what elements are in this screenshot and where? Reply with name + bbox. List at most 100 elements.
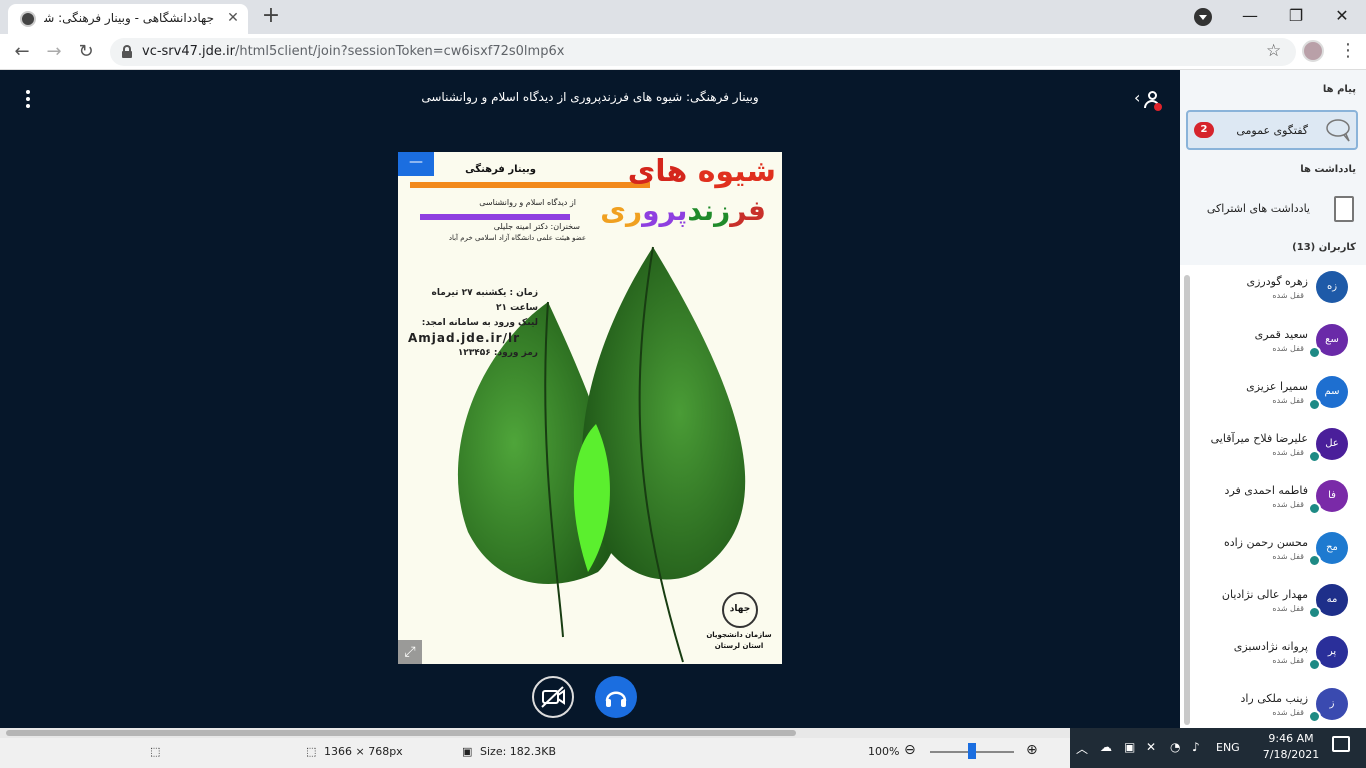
slide-time: زمان : یکشنبه ۲۷ تیرماه bbox=[431, 288, 538, 298]
side-panel: پیام ها 2 گفتگوی عمومی یادداشت ها یادداش… bbox=[1180, 70, 1366, 728]
lock-icon[interactable] bbox=[122, 45, 132, 58]
user-name: مهدار عالی نژادیان bbox=[1221, 588, 1308, 601]
slide-orange-bar bbox=[410, 182, 650, 188]
headphones-icon bbox=[1308, 450, 1321, 463]
notes-section-title: یادداشت ها bbox=[1300, 164, 1356, 175]
clock-date[interactable]: 7/18/2021 bbox=[1256, 748, 1326, 761]
user-list-item[interactable]: عل علیرضا فلاح میرآقایی قفل شده bbox=[1194, 426, 1364, 478]
jahad-logo: جهاد bbox=[722, 592, 758, 628]
user-name: زهره گودرزی bbox=[1246, 275, 1309, 288]
user-status: قفل شده bbox=[1272, 344, 1304, 353]
chat-unread-badge: 2 bbox=[1194, 122, 1214, 138]
user-list-item[interactable]: مح محسن رحمن زاده قفل شده bbox=[1194, 530, 1364, 582]
window-close-button[interactable]: ✕ bbox=[1322, 3, 1362, 29]
user-status: قفل شده bbox=[1272, 291, 1304, 300]
headphones-icon bbox=[1308, 346, 1321, 359]
profile-avatar[interactable] bbox=[1302, 40, 1324, 62]
address-bar[interactable]: vc-srv47.jde.ir/html5client/join?session… bbox=[110, 38, 1296, 66]
tab-bar: جهاددانشگاهی - وبینار فرهنگی: شیوه ✕ + —… bbox=[0, 0, 1366, 34]
user-list-toggle-icon[interactable]: ‹ bbox=[1132, 88, 1162, 112]
bookmark-star-icon[interactable]: ☆ bbox=[1266, 41, 1281, 61]
slide-affiliation: عضو هیئت علمی دانشگاه آزاد اسلامی خرم آب… bbox=[448, 234, 586, 242]
users-section-title: کاربران (13) bbox=[1292, 242, 1356, 253]
user-list-item[interactable]: سم سمیرا عزیزی قفل شده bbox=[1194, 374, 1364, 426]
notes-document-icon bbox=[1330, 196, 1354, 226]
user-status: قفل شده bbox=[1272, 552, 1304, 561]
display-icon[interactable]: ▣ bbox=[1124, 740, 1135, 754]
notification-dot bbox=[1154, 103, 1162, 111]
slide-title-line2: فرزندپروری bbox=[600, 194, 766, 227]
volume-icon[interactable]: ♪ bbox=[1192, 740, 1200, 754]
horizontal-scroll-thumb[interactable] bbox=[6, 730, 796, 736]
fullscreen-button[interactable]: ⤢ bbox=[398, 640, 422, 664]
save-disk-icon: ▣ bbox=[462, 745, 473, 758]
audio-button[interactable] bbox=[595, 676, 637, 718]
slide-subtitle: از دیدگاه اسلام و روانشناسی bbox=[479, 198, 576, 207]
user-name: محسن رحمن زاده bbox=[1223, 536, 1308, 549]
video-off-icon bbox=[541, 686, 565, 708]
language-indicator[interactable]: ENG bbox=[1216, 741, 1240, 754]
favicon-icon bbox=[20, 11, 36, 27]
slide-title-line1: شیوه های bbox=[627, 154, 776, 189]
headphones-icon bbox=[1308, 502, 1321, 515]
network-off-icon[interactable]: ✕ bbox=[1146, 740, 1156, 754]
user-list-item[interactable]: زه زهره گودرزی قفل شده bbox=[1194, 269, 1364, 321]
user-status: قفل شده bbox=[1272, 396, 1304, 405]
main-presentation-area: وبینار فرهنگی: شیوه های فرزندپروری از دی… bbox=[0, 70, 1180, 728]
browser-menu-icon[interactable]: ⋮ bbox=[1338, 38, 1358, 64]
user-list-item[interactable]: سع سعید قمری قفل شده bbox=[1194, 322, 1364, 374]
slide-webinar-label: وبینار فرهنگی bbox=[465, 164, 536, 175]
new-tab-button[interactable]: + bbox=[258, 4, 284, 30]
user-status: قفل شده bbox=[1272, 500, 1304, 509]
forward-button[interactable]: → bbox=[40, 38, 68, 66]
minimize-presentation-button[interactable]: — bbox=[398, 152, 434, 176]
shared-notes-item[interactable]: یادداشت های اشتراکی bbox=[1186, 190, 1358, 230]
zoom-out-button[interactable]: ⊖ bbox=[904, 742, 916, 758]
tab-title: جهاددانشگاهی - وبینار فرهنگی: شیوه bbox=[44, 11, 214, 25]
slide-password: رمز ورود: ۱۲۳۴۵۶ bbox=[457, 348, 538, 358]
meeting-title: وبینار فرهنگی: شیوه های فرزندپروری از دی… bbox=[421, 90, 759, 104]
headphones-icon bbox=[1308, 710, 1321, 723]
user-name: پروانه نژادسبزی bbox=[1233, 640, 1308, 653]
browser-tab[interactable]: جهاددانشگاهی - وبینار فرهنگی: شیوه ✕ bbox=[8, 4, 248, 34]
user-list-scrollbar[interactable] bbox=[1184, 275, 1190, 725]
url-text[interactable]: vc-srv47.jde.ir/html5client/join?session… bbox=[142, 44, 564, 59]
cloud-icon[interactable]: ☁ bbox=[1100, 740, 1112, 754]
headphones-icon bbox=[1308, 606, 1321, 619]
selection-icon: ⬚ bbox=[150, 745, 161, 758]
window-maximize-button[interactable]: ❐ bbox=[1276, 3, 1316, 29]
user-list-item[interactable]: پر پروانه نژادسبزی قفل شده bbox=[1194, 634, 1364, 686]
window-minimize-button[interactable]: — bbox=[1230, 3, 1270, 29]
slide-hour: ساعت ۲۱ bbox=[495, 303, 538, 313]
headphones-icon bbox=[1308, 658, 1321, 671]
user-avatar: زه bbox=[1316, 271, 1348, 303]
slide-link: Amjad.jde.ir/lr bbox=[408, 331, 520, 345]
headphones-icon bbox=[1308, 554, 1321, 567]
zoom-slider-thumb[interactable] bbox=[968, 743, 976, 759]
user-list: زه زهره گودرزی قفل شده سع سعید قمری قفل … bbox=[1180, 265, 1366, 728]
options-menu-icon[interactable] bbox=[20, 88, 36, 110]
user-list-item[interactable]: فا فاطمه احمدی فرد قفل شده bbox=[1194, 478, 1364, 530]
tab-search-icon[interactable] bbox=[1194, 8, 1212, 26]
notification-center-icon[interactable] bbox=[1332, 736, 1350, 752]
wifi-icon[interactable]: ◔ bbox=[1170, 740, 1180, 754]
url-path: /html5client/join?sessionToken=cw6isxf72… bbox=[234, 44, 565, 59]
tray-chevron-icon[interactable]: ︿ bbox=[1076, 740, 1088, 757]
system-tray: ︿ ☁ ▣ ✕ ◔ ♪ ENG 9:46 AM 7/18/2021 bbox=[1070, 728, 1366, 768]
user-name: سمیرا عزیزی bbox=[1246, 380, 1308, 393]
public-chat-item[interactable]: 2 گفتگوی عمومی bbox=[1186, 110, 1358, 150]
horizontal-scrollbar[interactable] bbox=[0, 728, 1070, 738]
back-button[interactable]: ← bbox=[8, 38, 36, 66]
slide-link-label: لینک ورود به سامانه امجد: bbox=[421, 318, 538, 328]
video-toggle-button[interactable] bbox=[532, 676, 574, 718]
reload-button[interactable]: ↻ bbox=[72, 38, 100, 66]
messages-section-title: پیام ها bbox=[1322, 84, 1356, 95]
headphones-icon bbox=[1308, 398, 1321, 411]
tab-close-icon[interactable]: ✕ bbox=[224, 9, 242, 27]
leaves-illustration bbox=[457, 246, 746, 663]
user-status: قفل شده bbox=[1272, 656, 1304, 665]
zoom-in-button[interactable]: ⊕ bbox=[1026, 742, 1038, 758]
user-list-item[interactable]: مه مهدار عالی نژادیان قفل شده bbox=[1194, 582, 1364, 634]
dimensions-icon: ⬚ bbox=[306, 745, 317, 758]
clock-time[interactable]: 9:46 AM bbox=[1256, 732, 1326, 745]
